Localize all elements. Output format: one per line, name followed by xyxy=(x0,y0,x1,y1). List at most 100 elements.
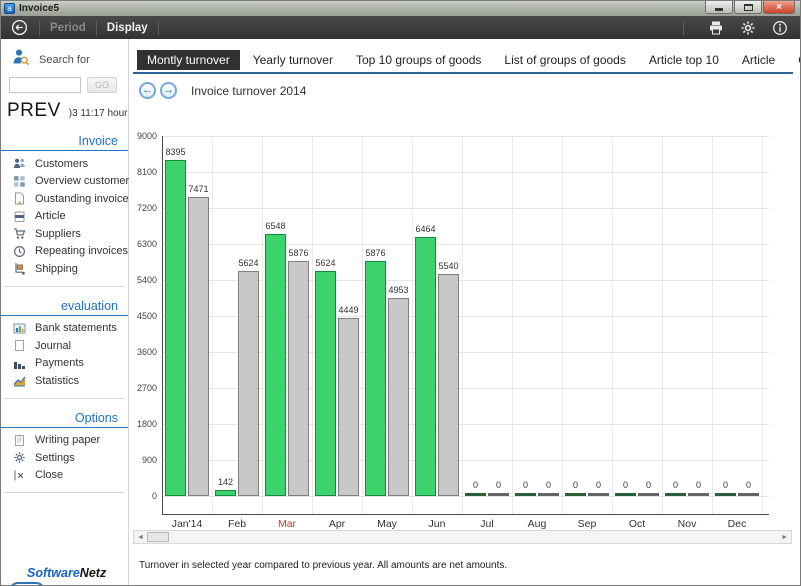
sidebar-separator xyxy=(4,398,125,399)
chart-title: Invoice turnover 2014 xyxy=(191,84,306,98)
gear-icon[interactable] xyxy=(738,19,758,37)
prev-period-button[interactable]: ← xyxy=(139,82,156,99)
sidebar-item-label: Writing paper xyxy=(35,434,100,446)
sidebar-item-statistics[interactable]: Statistics xyxy=(1,372,128,390)
bar-previous-year-jan-14 xyxy=(188,197,209,496)
tab-yearly-turnover[interactable]: Yearly turnover xyxy=(243,50,343,70)
scrollbar-thumb[interactable] xyxy=(147,532,169,542)
sidebar-item-oustanding-invoices[interactable]: Oustanding invoices xyxy=(1,190,128,208)
sidebar-item-close[interactable]: Close xyxy=(1,467,128,485)
info-icon[interactable] xyxy=(770,19,790,37)
customers-icon xyxy=(13,157,27,170)
tab-montly-turnover[interactable]: Montly turnover xyxy=(137,50,240,70)
tab-article-top-10[interactable]: Article top 10 xyxy=(639,50,729,70)
repeating-invoices-icon xyxy=(13,245,27,258)
bar-value-label: 6464 xyxy=(406,224,446,234)
close-button[interactable]: × xyxy=(763,1,795,14)
sidebar-item-bank-statements[interactable]: Bank statements xyxy=(1,320,128,338)
bar-value-label: 0 xyxy=(679,480,719,490)
menu-display[interactable]: Display xyxy=(107,22,148,34)
bar-previous-year-nov xyxy=(688,493,709,496)
x-axis-label-jul: Jul xyxy=(462,518,512,530)
bar-selected-year-2014-may xyxy=(365,261,386,496)
bar-selected-year-2014-jul xyxy=(465,493,486,496)
gridline xyxy=(762,136,763,514)
sidebar-section-header-options: Options xyxy=(1,411,128,425)
sidebar-item-writing-paper[interactable]: Writing paper xyxy=(1,432,128,450)
tab-article[interactable]: Article xyxy=(732,50,785,70)
gridline xyxy=(162,244,769,245)
footer-note: Turnover in selected year compared to pr… xyxy=(139,560,507,571)
horizontal-scrollbar[interactable]: ◄ ► xyxy=(133,530,792,544)
sidebar-item-article[interactable]: Article xyxy=(1,208,128,226)
gridline xyxy=(512,136,513,514)
back-icon[interactable] xyxy=(9,19,29,37)
bar-value-label: 5540 xyxy=(429,261,469,271)
bar-previous-year-jun xyxy=(438,274,459,496)
toolbar: Period Display xyxy=(1,16,800,39)
sidebar-item-shipping[interactable]: Shipping xyxy=(1,260,128,278)
gridline xyxy=(662,136,663,514)
bar-previous-year-mar xyxy=(288,261,309,496)
x-axis-label-nov: Nov xyxy=(662,518,712,530)
bar-value-label: 7471 xyxy=(179,184,219,194)
go-button[interactable]: GO xyxy=(87,77,117,93)
close-icon xyxy=(13,469,27,482)
gridline xyxy=(462,136,463,514)
prev-label: PREV xyxy=(7,100,61,122)
print-icon[interactable] xyxy=(706,19,726,37)
maximize-button[interactable] xyxy=(734,1,762,14)
bar-previous-year-feb xyxy=(238,271,259,496)
sidebar-item-repeating-invoices[interactable]: Repeating invoices xyxy=(1,243,128,261)
main-panel: Montly turnoverYearly turnoverTop 10 gro… xyxy=(129,39,800,586)
tab-customers[interactable]: Customers xyxy=(788,50,800,70)
x-axis-label-mar: Mar xyxy=(262,518,312,530)
gridline xyxy=(162,136,769,137)
sidebar-item-label: Repeating invoices xyxy=(35,245,128,257)
datetime-text: )3 11:17 hour xyxy=(69,108,128,119)
y-axis-label: 2700 xyxy=(129,383,157,393)
sidebar-item-journal[interactable]: Journal xyxy=(1,337,128,355)
sidebar-item-label: Journal xyxy=(35,340,71,352)
gridline xyxy=(412,136,413,514)
bar-selected-year-2014-jan-14 xyxy=(165,160,186,496)
toolbar-separator xyxy=(96,21,97,35)
gridline xyxy=(162,172,769,173)
payments-icon xyxy=(13,357,27,370)
toolbar-separator xyxy=(158,21,159,35)
y-axis-label: 5400 xyxy=(129,275,157,285)
tab-top-10-groups-of-goods[interactable]: Top 10 groups of goods xyxy=(346,50,491,70)
search-input[interactable] xyxy=(9,77,81,93)
sidebar-item-label: Article xyxy=(35,210,66,222)
bar-value-label: 5624 xyxy=(229,258,269,268)
x-axis-label-feb: Feb xyxy=(212,518,262,530)
bar-previous-year-aug xyxy=(538,493,559,496)
x-axis-label-oct: Oct xyxy=(612,518,662,530)
y-axis-label: 7200 xyxy=(129,203,157,213)
section-header-underline xyxy=(1,150,128,151)
logo-text-black: Netz xyxy=(80,566,106,580)
sidebar-item-customers[interactable]: Customers xyxy=(1,155,128,173)
menu-period: Period xyxy=(50,22,86,34)
writing-paper-icon xyxy=(13,434,27,447)
minimize-button[interactable] xyxy=(705,1,733,14)
scroll-right-icon[interactable]: ► xyxy=(781,532,788,543)
overview-customers-icon xyxy=(13,175,27,188)
sidebar-section-header-evaluation: evaluation xyxy=(1,299,128,313)
article-icon xyxy=(13,210,27,223)
sidebar-item-payments[interactable]: Payments xyxy=(1,355,128,373)
x-axis-label-jun: Jun xyxy=(412,518,462,530)
x-axis-line xyxy=(162,514,769,515)
turnover-bar-chart: 0900180027003600450054006300720081009000… xyxy=(129,129,800,541)
sidebar-item-settings[interactable]: Settings xyxy=(1,449,128,467)
sidebar-item-suppliers[interactable]: Suppliers xyxy=(1,225,128,243)
sidebar-separator xyxy=(4,286,125,287)
y-axis-label: 6300 xyxy=(129,239,157,249)
sidebar-item-overview-customers[interactable]: Overview customers xyxy=(1,173,128,191)
sidebar-item-label: Customers xyxy=(35,158,88,170)
scroll-left-icon[interactable]: ◄ xyxy=(137,532,144,543)
bar-selected-year-2014-dec xyxy=(715,493,736,496)
next-period-button[interactable]: → xyxy=(160,82,177,99)
journal-icon xyxy=(13,339,27,352)
tab-list-of-groups-of-goods[interactable]: List of groups of goods xyxy=(494,50,635,70)
